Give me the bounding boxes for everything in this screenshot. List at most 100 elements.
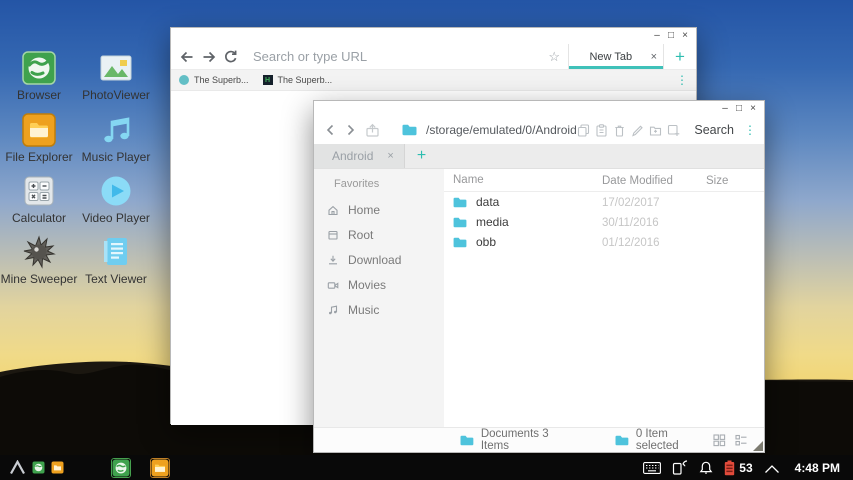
desktop-icon-browser[interactable]: Browser [0, 50, 78, 102]
explorer-minimize-button[interactable]: – [718, 104, 732, 114]
desktop-icon-label: Music Player [77, 150, 155, 164]
column-date-modified[interactable]: Date Modified [602, 175, 673, 187]
battery-icon [724, 460, 735, 476]
list-view-icon[interactable] [735, 434, 748, 447]
browser-close-button[interactable]: × [678, 31, 692, 41]
tab-close-icon[interactable]: × [387, 150, 393, 162]
column-size[interactable]: Size [706, 175, 728, 187]
new-explorer-tab-button[interactable]: + [405, 147, 438, 165]
new-folder-icon[interactable] [649, 124, 662, 137]
desktop-icon-music-player[interactable]: Music Player [77, 112, 155, 164]
battery-status[interactable]: 53 [724, 460, 752, 476]
file-row-data[interactable]: data 17/02/2017 [444, 192, 764, 212]
folder-icon [453, 237, 467, 248]
breadcrumb-path[interactable]: /storage/emulated/0/Android [426, 123, 577, 137]
browser-tab-new-tab[interactable]: New Tab × [568, 44, 664, 69]
desktop-icon-label: Browser [0, 88, 78, 102]
sidebar-item-home[interactable]: Home [314, 197, 444, 222]
new-window-icon[interactable] [667, 124, 680, 137]
photoviewer-app-icon [98, 50, 134, 86]
favorites-header: Favorites [314, 169, 444, 197]
device-signal-tray-icon[interactable] [672, 460, 688, 475]
new-tab-button[interactable]: + [664, 44, 696, 69]
desktop-icon-label: Video Player [77, 211, 155, 225]
text-viewer-app-icon [98, 234, 134, 270]
explorer-toolbar: /storage/emulated/0/Android [314, 116, 764, 144]
bookmark-star-icon[interactable]: ☆ [540, 49, 568, 65]
taskbar-running-browser[interactable] [112, 459, 130, 477]
desktop-icon-label: Text Viewer [77, 272, 155, 286]
explorer-maximize-button[interactable]: □ [732, 104, 746, 114]
launcher-button[interactable] [9, 460, 26, 475]
copy-icon[interactable] [577, 124, 590, 137]
bookmark-item[interactable]: The Superb... [179, 75, 249, 85]
folder-icon [460, 435, 474, 446]
file-row-obb[interactable]: obb 01/12/2016 [444, 232, 764, 252]
pinned-file-explorer-icon[interactable] [51, 461, 64, 474]
file-list: Name Date Modified Size data 17/02/2017 [444, 169, 764, 427]
desktop-icon-text-viewer[interactable]: Text Viewer [77, 234, 155, 286]
explorer-close-button[interactable]: × [746, 104, 760, 114]
paste-icon[interactable] [595, 124, 608, 137]
path-folder-icon [402, 124, 417, 136]
rename-icon[interactable] [631, 124, 644, 137]
nav-forward-icon[interactable] [344, 123, 357, 137]
desktop-icon-video-player[interactable]: Video Player [77, 173, 155, 225]
desktop-icon-calculator[interactable]: Calculator [0, 173, 78, 225]
tray-expand-icon[interactable] [764, 462, 780, 474]
root-icon [327, 229, 339, 241]
explorer-titlebar[interactable]: – □ × [314, 101, 764, 116]
grid-view-icon[interactable] [713, 434, 726, 447]
reload-icon[interactable] [223, 49, 239, 65]
bookmarks-bar: The Superb... H The Superb... ⋮ [171, 70, 696, 91]
forward-icon[interactable] [201, 49, 217, 65]
tab-close-icon[interactable]: × [647, 51, 657, 63]
back-icon[interactable] [179, 49, 195, 65]
list-header: Name Date Modified Size [444, 169, 764, 192]
desktop-icon-label: Calculator [0, 211, 78, 225]
bookmark-favicon [179, 75, 189, 85]
window-resize-grip[interactable] [753, 441, 763, 451]
browser-maximize-button[interactable]: □ [664, 31, 678, 41]
home-icon [327, 204, 339, 216]
desktop: Browser PhotoViewer File Explorer Music … [0, 0, 853, 480]
taskbar-running-file-explorer[interactable] [151, 459, 169, 477]
explorer-tab-bar: Android × + [314, 144, 764, 169]
desktop-icon-mine-sweeper[interactable]: Mine Sweeper [0, 234, 78, 286]
keyboard-tray-icon[interactable] [643, 462, 661, 474]
explorer-sidebar: Favorites Home Root [314, 169, 444, 427]
sidebar-item-movies[interactable]: Movies [314, 272, 444, 297]
browser-menu-icon[interactable]: ⋮ [676, 73, 688, 87]
download-icon [327, 254, 339, 266]
sidebar-item-music[interactable]: Music [314, 297, 444, 322]
status-items-count: Documents 3 Items [460, 428, 579, 452]
explorer-tab-android[interactable]: Android × [314, 144, 405, 168]
sidebar-item-root[interactable]: Root [314, 222, 444, 247]
desktop-icon-file-explorer[interactable]: File Explorer [0, 112, 78, 164]
bookmark-item[interactable]: H The Superb... [263, 75, 333, 85]
file-row-media[interactable]: media 30/11/2016 [444, 212, 764, 232]
pinned-browser-icon[interactable] [32, 461, 45, 474]
music-icon [327, 304, 339, 316]
bookmark-favicon: H [263, 75, 273, 85]
search-button[interactable]: Search [694, 123, 734, 137]
browser-minimize-button[interactable]: – [650, 31, 664, 41]
url-input[interactable] [247, 44, 540, 69]
folder-icon [453, 197, 467, 208]
browser-titlebar[interactable]: – □ × [171, 28, 696, 44]
mine-sweeper-app-icon [21, 234, 57, 270]
sidebar-item-download[interactable]: Download [314, 247, 444, 272]
clock[interactable]: 4:48 PM [795, 461, 840, 475]
desktop-icon-label: Mine Sweeper [0, 272, 78, 286]
explorer-status-bar: Documents 3 Items 0 Item selected [314, 427, 764, 452]
nav-back-icon[interactable] [324, 123, 337, 137]
browser-app-icon [21, 50, 57, 86]
delete-icon[interactable] [613, 124, 626, 137]
desktop-icon-photoviewer[interactable]: PhotoViewer [77, 50, 155, 102]
notifications-bell-icon[interactable] [699, 461, 713, 475]
video-player-app-icon [98, 173, 134, 209]
column-name[interactable]: Name [453, 174, 484, 186]
explorer-menu-icon[interactable]: ⋮ [744, 123, 756, 137]
folder-icon [615, 435, 629, 446]
nav-up-icon[interactable] [365, 123, 380, 137]
